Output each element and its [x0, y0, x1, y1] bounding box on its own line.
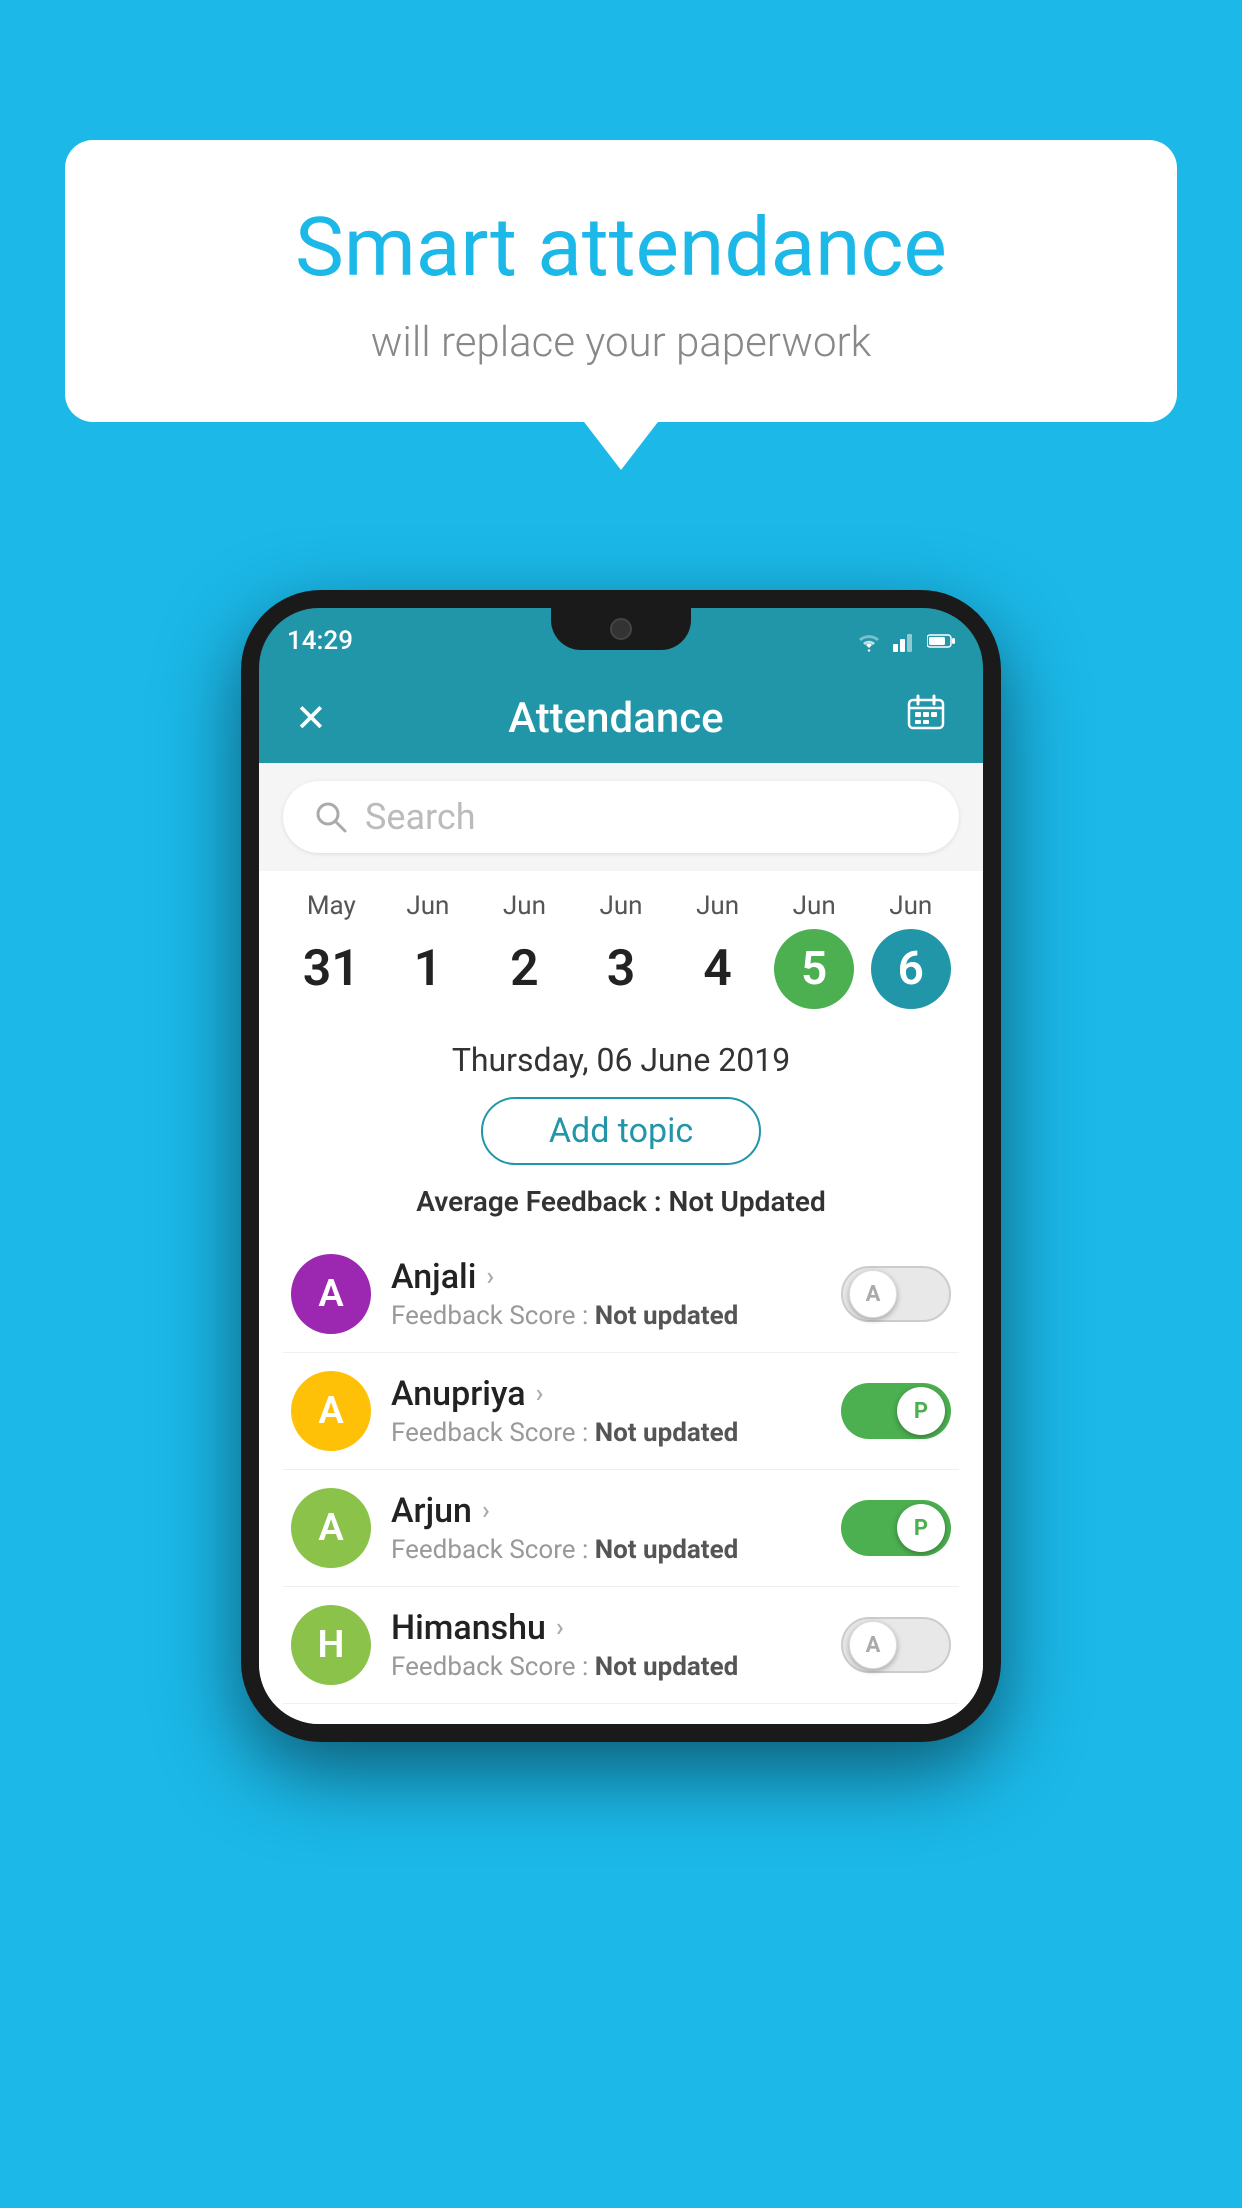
chevron-right-icon: › — [556, 1613, 564, 1643]
camera-dot — [610, 618, 632, 640]
content-area: Thursday, 06 June 2019 Add topic Average… — [259, 1021, 983, 1724]
avg-feedback: Average Feedback : Not Updated — [283, 1185, 959, 1218]
selected-date: Thursday, 06 June 2019 — [283, 1041, 959, 1079]
signal-icon — [893, 630, 917, 652]
date-picker: May 31 Jun 1 Jun 2 Jun 3 — [259, 871, 983, 1021]
toggle-container[interactable]: A — [841, 1617, 951, 1673]
table-row[interactable]: A Arjun › Feedback Score : Not updated — [283, 1470, 959, 1587]
date-col-2[interactable]: Jun 2 — [476, 891, 573, 1009]
app-title: Attendance — [508, 694, 723, 743]
app-header: ✕ Attendance — [259, 673, 983, 763]
toggle-knob: A — [849, 1621, 897, 1669]
status-icons — [855, 630, 955, 652]
date-col-0[interactable]: May 31 — [283, 891, 380, 1009]
avatar: A — [291, 1371, 371, 1451]
phone-outer: 14:29 — [241, 590, 1001, 1742]
add-topic-button[interactable]: Add topic — [481, 1097, 761, 1165]
date-col-5[interactable]: Jun 5 — [766, 891, 863, 1009]
notch — [551, 608, 691, 650]
student-name: Anjali — [391, 1257, 476, 1297]
date-col-4[interactable]: Jun 4 — [669, 891, 766, 1009]
calendar-button[interactable] — [905, 692, 947, 744]
add-topic-label: Add topic — [549, 1111, 693, 1151]
search-icon — [313, 799, 349, 835]
status-time: 14:29 — [287, 626, 353, 656]
battery-icon — [927, 633, 955, 649]
student-list: A Anjali › Feedback Score : Not updated — [283, 1236, 959, 1704]
search-placeholder: Search — [365, 796, 476, 838]
bubble-title: Smart attendance — [115, 200, 1127, 296]
avatar: A — [291, 1488, 371, 1568]
date-col-6[interactable]: Jun 6 — [862, 891, 959, 1009]
status-bar: 14:29 — [259, 608, 983, 673]
table-row[interactable]: H Himanshu › Feedback Score : Not update… — [283, 1587, 959, 1704]
date-col-1[interactable]: Jun 1 — [380, 891, 477, 1009]
search-bar[interactable]: Search — [283, 781, 959, 853]
avatar: A — [291, 1254, 371, 1334]
close-button[interactable]: ✕ — [295, 696, 327, 741]
chevron-right-icon: › — [482, 1496, 490, 1526]
attendance-toggle[interactable]: P — [841, 1383, 951, 1439]
student-name: Anupriya — [391, 1374, 526, 1414]
attendance-toggle[interactable]: P — [841, 1500, 951, 1556]
toggle-knob: P — [897, 1504, 945, 1552]
attendance-toggle[interactable]: A — [841, 1617, 951, 1673]
student-info: Arjun › Feedback Score : Not updated — [391, 1491, 841, 1565]
table-row[interactable]: A Anjali › Feedback Score : Not updated — [283, 1236, 959, 1353]
speech-bubble-container: Smart attendance will replace your paper… — [65, 140, 1177, 422]
table-row[interactable]: A Anupriya › Feedback Score : Not update… — [283, 1353, 959, 1470]
phone-screen: Search May 31 Jun 1 Jun 2 — [259, 763, 983, 1724]
student-info: Anjali › Feedback Score : Not updated — [391, 1257, 841, 1331]
wifi-icon — [855, 630, 883, 652]
toggle-container[interactable]: P — [841, 1383, 951, 1439]
date-col-3[interactable]: Jun 3 — [573, 891, 670, 1009]
chevron-right-icon: › — [486, 1262, 494, 1292]
toggle-knob: A — [849, 1270, 897, 1318]
chevron-right-icon: › — [536, 1379, 544, 1409]
avatar: H — [291, 1605, 371, 1685]
toggle-container[interactable]: P — [841, 1500, 951, 1556]
student-info: Anupriya › Feedback Score : Not updated — [391, 1374, 841, 1448]
student-info: Himanshu › Feedback Score : Not updated — [391, 1608, 841, 1682]
toggle-knob: P — [897, 1387, 945, 1435]
attendance-toggle[interactable]: A — [841, 1266, 951, 1322]
student-name: Himanshu — [391, 1608, 546, 1648]
phone-wrapper: 14:29 — [241, 590, 1001, 1742]
student-name: Arjun — [391, 1491, 472, 1531]
toggle-container[interactable]: A — [841, 1266, 951, 1322]
search-container: Search — [259, 763, 983, 871]
bubble-subtitle: will replace your paperwork — [115, 318, 1127, 367]
speech-bubble: Smart attendance will replace your paper… — [65, 140, 1177, 422]
